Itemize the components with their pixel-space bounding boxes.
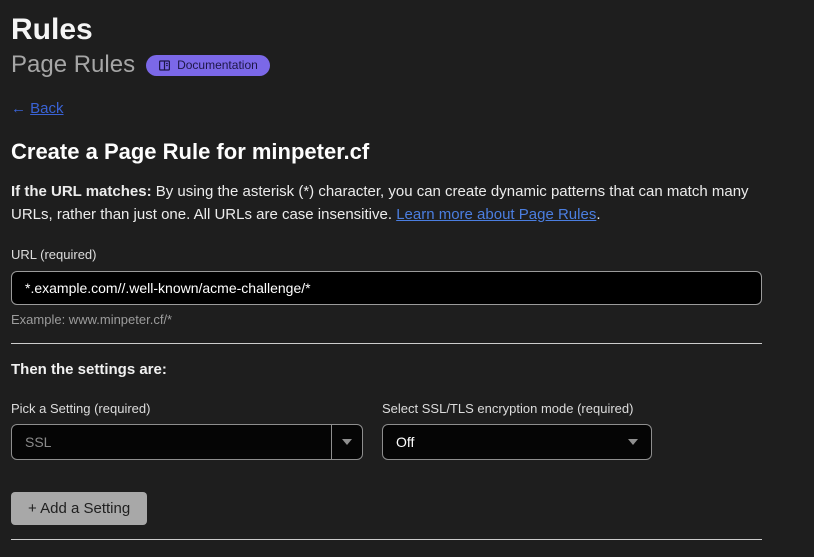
setting-picker-arrow-section[interactable] — [331, 425, 362, 459]
learn-more-link[interactable]: Learn more about Page Rules — [396, 206, 596, 223]
setting-picker-value: SSL — [12, 434, 331, 450]
book-icon — [158, 59, 171, 72]
documentation-badge[interactable]: Documentation — [146, 55, 270, 76]
url-field-label: URL (required) — [11, 247, 762, 262]
ssl-mode-arrow — [628, 439, 651, 445]
ssl-mode-value: Off — [383, 434, 628, 450]
divider — [11, 343, 762, 344]
subtitle-row: Page Rules Documentation — [11, 51, 762, 79]
bottom-divider — [11, 539, 762, 540]
ssl-mode-dropdown[interactable]: Off — [382, 424, 652, 460]
settings-heading: Then the settings are: — [11, 361, 762, 378]
url-match-description: If the URL matches: By using the asteris… — [11, 180, 757, 226]
url-input[interactable] — [11, 271, 762, 305]
setting-picker-label: Pick a Setting (required) — [11, 401, 363, 416]
back-arrow-icon: ← — [11, 100, 26, 117]
chevron-down-icon — [342, 439, 352, 445]
page-subtitle: Page Rules — [11, 52, 135, 78]
documentation-badge-label: Documentation — [177, 58, 258, 72]
url-field-example: Example: www.minpeter.cf/* — [11, 312, 762, 327]
description-suffix: . — [596, 206, 600, 223]
setting-picker-dropdown[interactable]: SSL — [11, 424, 363, 460]
back-link[interactable]: ← Back — [11, 100, 64, 117]
settings-row: Pick a Setting (required) SSL Select SSL… — [11, 401, 762, 460]
ssl-mode-label: Select SSL/TLS encryption mode (required… — [382, 401, 652, 416]
description-bold-prefix: If the URL matches: — [11, 183, 152, 200]
page-title: Rules — [11, 14, 762, 46]
form-heading: Create a Page Rule for minpeter.cf — [11, 139, 762, 165]
page-container: Rules Page Rules Documentation ← Back Cr… — [0, 0, 762, 540]
setting-picker-column: Pick a Setting (required) SSL — [11, 401, 363, 460]
back-link-label: Back — [30, 100, 63, 117]
chevron-down-icon — [628, 439, 638, 445]
ssl-mode-column: Select SSL/TLS encryption mode (required… — [382, 401, 652, 460]
add-setting-button[interactable]: + Add a Setting — [11, 492, 147, 525]
